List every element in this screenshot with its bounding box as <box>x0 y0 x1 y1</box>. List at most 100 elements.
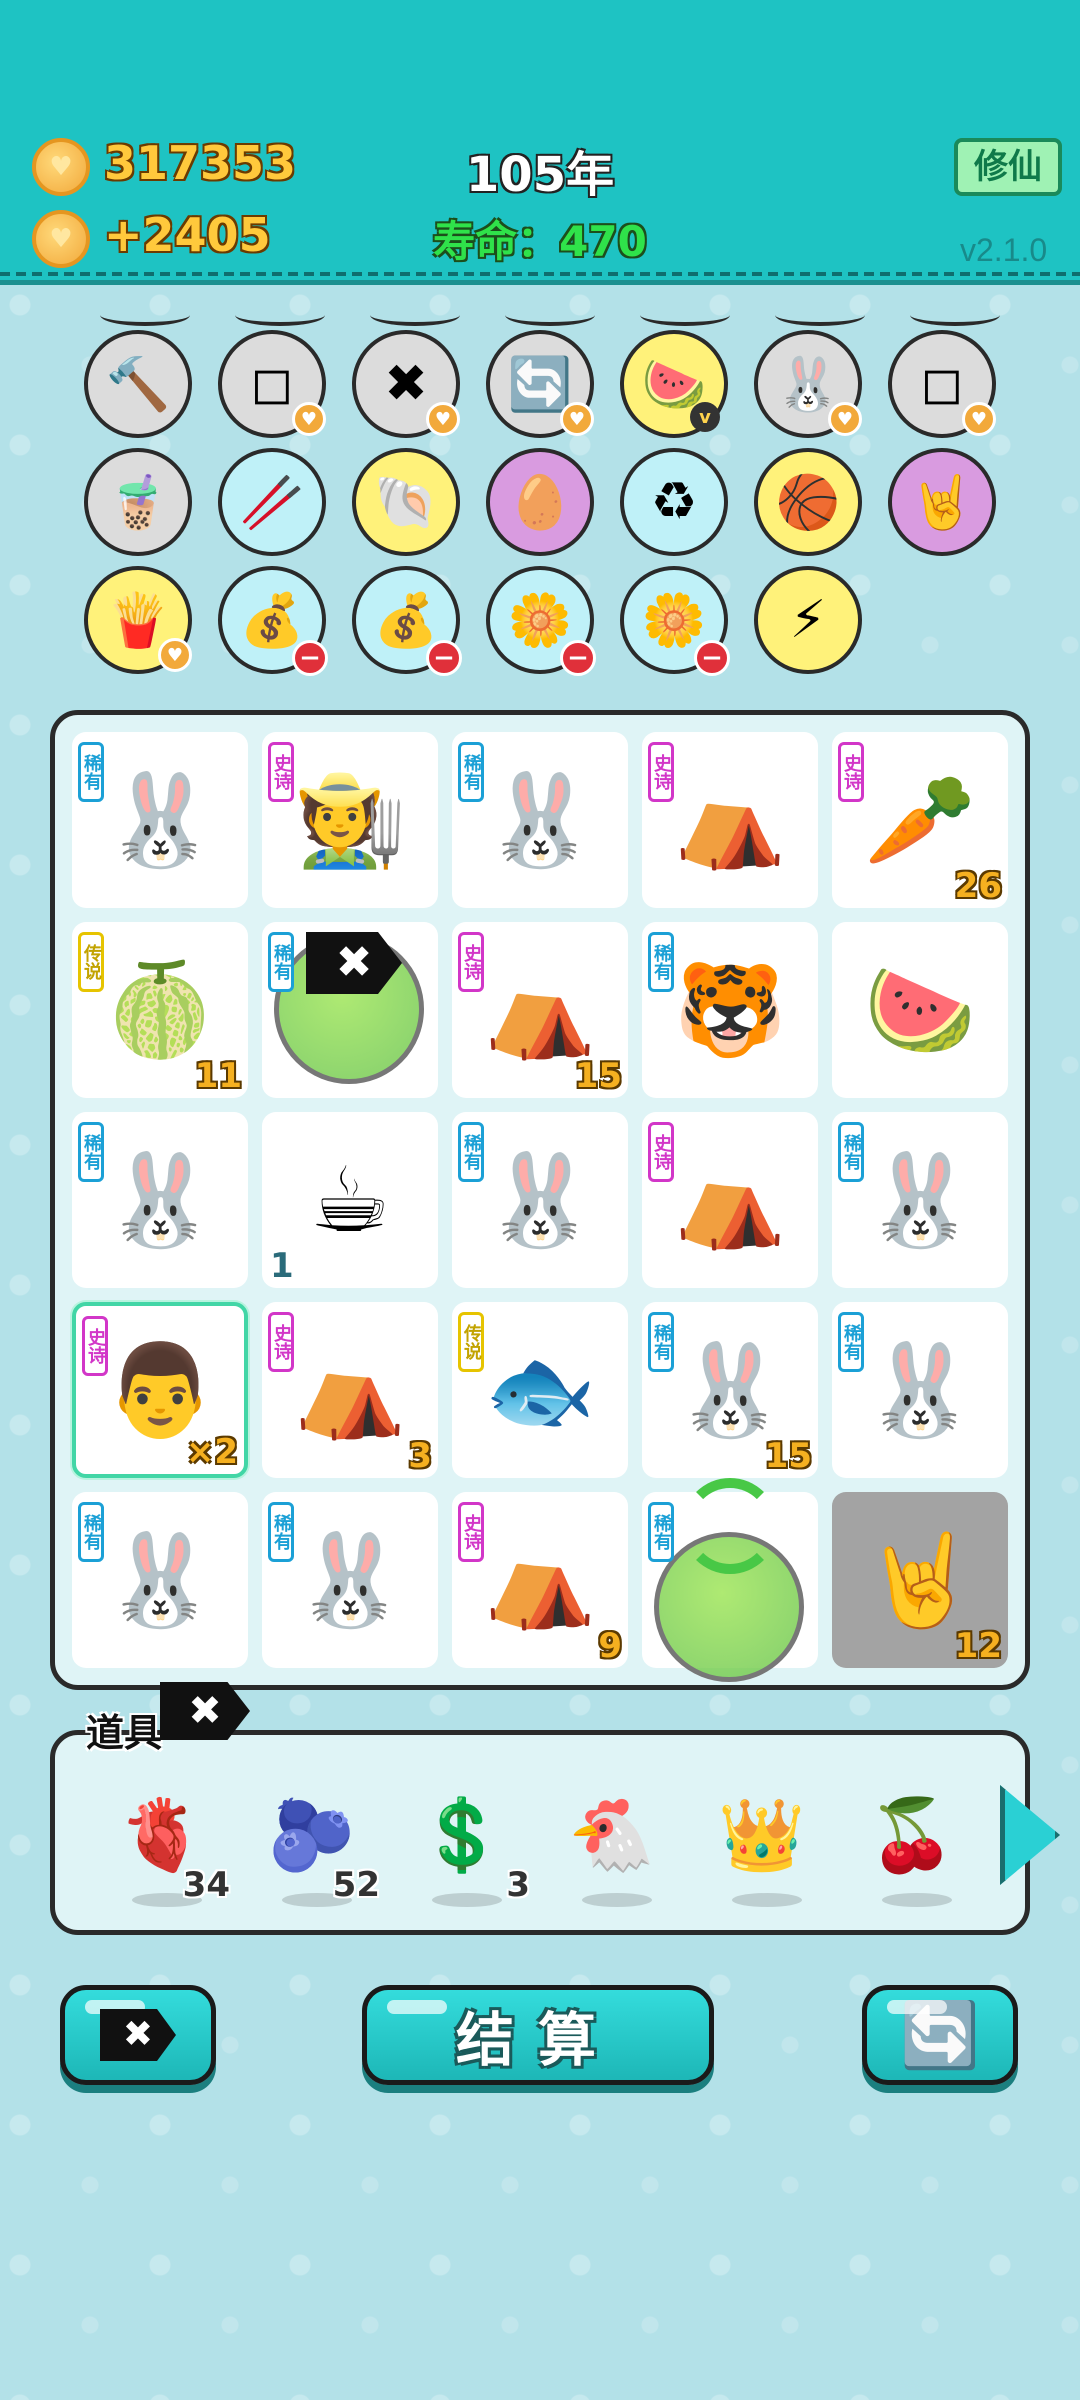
money-bag-icon[interactable]: 💰 − <box>352 566 462 676</box>
remove-tag-icon[interactable]: ✖ ♥ <box>352 330 460 438</box>
grid-cell[interactable]: 🤘 12 <box>832 1492 1008 1668</box>
tool-shadow <box>882 1893 952 1907</box>
tool-count: 34 <box>182 1865 230 1905</box>
grid-cell[interactable]: 🐰 稀有 <box>452 1112 628 1288</box>
header-divider <box>0 272 1080 276</box>
farmer-face-icon: 🧑‍🌾 <box>293 767 407 873</box>
item-glyph: 💰 <box>373 590 439 651</box>
chicken-icon: 🐔 <box>568 1793 656 1876</box>
cell-count: 26 <box>954 866 1002 906</box>
cell-count: 9 <box>598 1626 622 1666</box>
cell-count: 15 <box>574 1056 622 1096</box>
rabbit-tent-icon: ⛺ <box>483 957 597 1063</box>
remove-button[interactable]: ✖ <box>60 1985 216 2085</box>
grid-cell[interactable]: 稀有 <box>642 1478 818 1682</box>
grid-cell[interactable]: 🐰 稀有 <box>452 732 628 908</box>
sugar-cubes-icon[interactable]: ◻ ♥ <box>218 330 326 438</box>
rock-hand-icon: 🤘 <box>863 1527 977 1633</box>
grid-cell[interactable]: 🐟 传说 <box>452 1302 628 1478</box>
grid-cell[interactable]: 🐰 稀有 <box>72 1112 248 1288</box>
grid-cell[interactable]: 🐰 稀有 <box>72 732 248 908</box>
grid-cell[interactable]: 🐰 稀有 <box>832 1302 1008 1478</box>
remove-icon: ✖ <box>100 2009 176 2061</box>
grid-cell[interactable]: 🧑‍🌾 史诗 <box>262 732 438 908</box>
reroll-icon[interactable]: 🔄 ♥ <box>486 330 594 438</box>
shell-icon[interactable]: 🐚 <box>352 448 460 556</box>
grid-cell[interactable]: ⛺ 史诗 3 <box>262 1302 438 1478</box>
rarity-tag: 稀有 <box>458 742 484 802</box>
hammer-icon[interactable]: 🔨 <box>84 330 192 438</box>
grid-cell[interactable]: 🐰 稀有 <box>72 1492 248 1668</box>
item-glyph: 💰 <box>239 590 305 651</box>
rabbit-icon: 🐰 <box>483 1147 597 1253</box>
grid-cell[interactable]: 🐰 稀有 15 <box>642 1302 818 1478</box>
item-glyph: ⚡ <box>789 590 827 650</box>
rabbit-icon: 🐰 <box>293 1527 407 1633</box>
item-glyph: 🌼 <box>507 590 573 651</box>
chopsticks-icon[interactable]: 🥢 <box>218 448 326 556</box>
rarity-tag: 史诗 <box>838 742 864 802</box>
version-label: v2.1.0 <box>960 232 1048 268</box>
tool-item[interactable]: 💲 3 <box>402 1775 530 1907</box>
rarity-tag: 史诗 <box>268 1312 294 1372</box>
minus-badge-icon: − <box>560 640 596 676</box>
lightning-icon[interactable]: ⚡ <box>754 566 862 674</box>
tool-item[interactable]: 🐔 <box>552 1775 672 1907</box>
item-glyph: ♻ <box>650 472 698 532</box>
cell-count: 15 <box>764 1436 812 1476</box>
rarity-tag: 稀有 <box>78 1502 104 1562</box>
potted-flower-icon[interactable]: 🌼 − <box>620 566 730 676</box>
fries-icon[interactable]: 🍟 ♥ <box>84 566 192 674</box>
item-glyph: 🐰 <box>775 354 841 415</box>
tools-title: 道具 <box>86 1711 163 1755</box>
item-glyph: 🧋 <box>105 472 171 533</box>
cultivate-button[interactable]: 修仙 <box>954 138 1062 196</box>
tool-item[interactable]: 🫐 52 <box>252 1775 380 1907</box>
button-shine <box>387 2000 447 2014</box>
grid-cell[interactable]: ⛺ 史诗 <box>642 1112 818 1288</box>
vip-badge-icon: v <box>690 402 720 432</box>
rabbit-icon[interactable]: 🐰 ♥ <box>754 330 862 438</box>
scrolled-items-row <box>100 304 1000 326</box>
rabbit-icon: 🐰 <box>103 1147 217 1253</box>
settle-label: 结算 <box>455 2006 620 2074</box>
sugar-cubes-icon[interactable]: ◻ ♥ <box>888 330 996 438</box>
heart-badge-icon: ♥ <box>426 402 460 436</box>
rarity-tag: 稀有 <box>78 1122 104 1182</box>
rock-hand-icon[interactable]: 🤘 <box>888 448 996 556</box>
fried-egg-icon[interactable]: 🥚 <box>486 448 594 556</box>
rarity-tag: 史诗 <box>648 742 674 802</box>
settle-button[interactable]: 结算 <box>362 1985 714 2085</box>
heart-badge-icon: ♥ <box>962 402 996 436</box>
grid-cell[interactable]: 🍈 传说 11 <box>72 922 248 1098</box>
money-bag-icon[interactable]: 💰 − <box>218 566 328 676</box>
basketballs-icon[interactable]: 🏀 <box>754 448 862 556</box>
minus-badge-icon: − <box>694 640 730 676</box>
rabbit-icon: 🐰 <box>483 767 597 873</box>
rabbit-tent-icon: ⛺ <box>673 767 787 873</box>
grid-cell[interactable]: ⛺ 史诗 15 <box>452 922 628 1098</box>
rabbit-icon: 🐰 <box>103 1527 217 1633</box>
fruit-basket-icon[interactable]: 🍉 v <box>620 330 728 438</box>
rarity-tag: 传说 <box>458 1312 484 1372</box>
refresh-button[interactable]: 🔄 <box>862 1985 1018 2085</box>
grid-cell[interactable]: 🐰 稀有 <box>832 1112 1008 1288</box>
grid-cell[interactable]: 👨 史诗 ×2 <box>72 1302 248 1478</box>
milk-tea-icon[interactable]: 🧋 <box>84 448 192 556</box>
grid-cell[interactable]: ⛺ 史诗 <box>642 732 818 908</box>
grid-cell[interactable]: ✖ 稀有 <box>262 922 438 1098</box>
tool-item[interactable]: 👑 <box>702 1775 822 1907</box>
grid-cell[interactable]: ☕ 1 <box>262 1112 438 1288</box>
tiger-icon: 🐯 <box>673 957 787 1063</box>
cell-count: 3 <box>408 1436 432 1476</box>
grid-cell[interactable]: 🥕 史诗 26 <box>832 732 1008 908</box>
tool-item[interactable]: 🫀 34 <box>102 1775 230 1907</box>
grid-cell[interactable]: 🐰 稀有 <box>262 1492 438 1668</box>
tool-item[interactable]: 🍒 <box>852 1775 972 1907</box>
potted-flower-icon[interactable]: 🌼 − <box>486 566 596 676</box>
recycle-bag-icon[interactable]: ♻ <box>620 448 728 556</box>
grid-cell[interactable]: 🐯 稀有 <box>642 922 818 1098</box>
rarity-tag: 传说 <box>78 932 104 992</box>
grid-cell[interactable]: ⛺ 史诗 9 <box>452 1492 628 1668</box>
grid-cell[interactable]: 🍉 <box>832 922 1008 1098</box>
